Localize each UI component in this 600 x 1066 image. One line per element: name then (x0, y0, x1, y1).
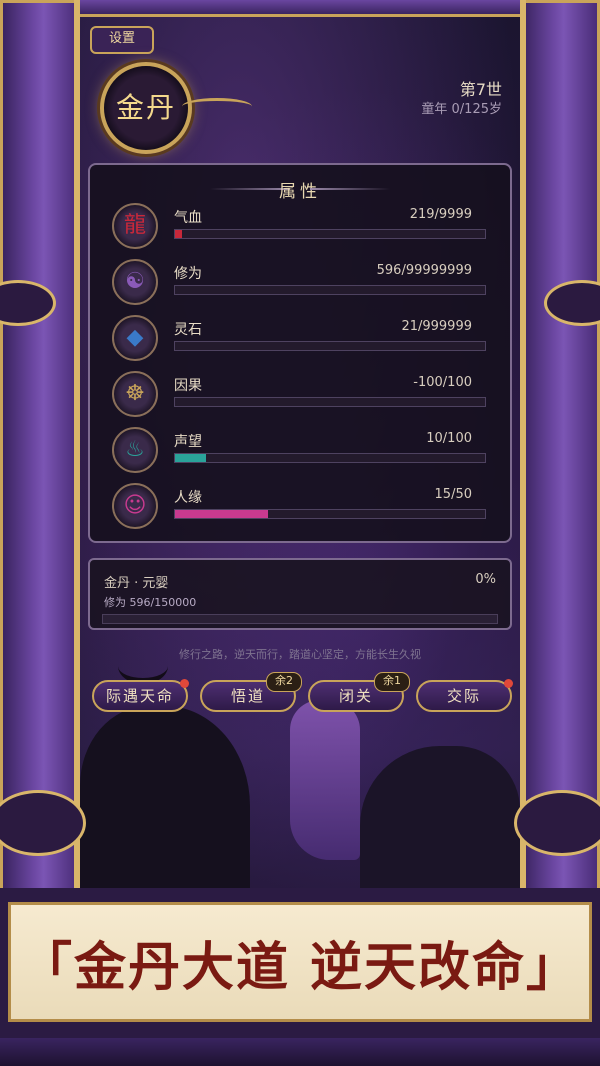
cultivation-stage: 金丹 · 元婴 (104, 576, 169, 591)
attribute-bar (174, 229, 486, 239)
attribute-bar (174, 397, 486, 407)
meditation-icon: ☯ (112, 259, 158, 305)
attribute-row: ☺ 人缘 15/50 (112, 483, 492, 535)
people-icon: ☺ (112, 483, 158, 529)
generation-label: 第7世 (459, 80, 502, 99)
attribute-bar-fill (175, 454, 206, 462)
cultivation-bar (102, 614, 498, 624)
frame-line-left (74, 0, 80, 900)
attribute-name: 因果 (174, 378, 202, 394)
title-ornament-right (310, 188, 390, 190)
attribute-bar-fill (175, 510, 268, 518)
motto-text: 修行之路，逆天而行，踏道心坚定，方能长生久视 (179, 648, 421, 661)
action-button[interactable]: 闭关 余1 (308, 672, 410, 712)
bottom-strip (0, 1038, 600, 1066)
frame-line-right (520, 0, 526, 900)
realm-badge-ornament (182, 98, 252, 115)
action-label: 际遇天命 (105, 687, 174, 705)
notification-dot (504, 679, 513, 688)
attribute-bar (174, 509, 486, 519)
frame-right (520, 0, 600, 900)
attributes-panel: 属性 龍气血 219/9999 ☯ 修为 596/99999999 ◆ 灵石 21/99999… (88, 163, 512, 543)
attribute-bar-fill (175, 230, 182, 238)
attribute-value: -100/100 (413, 375, 472, 390)
remaining-badge: 余2 (266, 672, 302, 692)
action-label: 交际 (446, 687, 481, 705)
attribute-row: ☸ 因果 -100/100 (112, 371, 492, 423)
attribute-bar (174, 285, 486, 295)
attribute-name: 气血 (174, 210, 202, 226)
attributes-title: 属性 (279, 182, 321, 202)
attribute-row: ☯ 修为 596/99999999 (112, 259, 492, 311)
attribute-name: 声望 (174, 434, 202, 450)
promo-banner: 「金丹大道 逆天改命」 (0, 888, 600, 1038)
attribute-name: 修为 (174, 266, 202, 282)
action-button[interactable]: 际遇天命 (92, 679, 189, 712)
mountain-left (80, 706, 250, 906)
attribute-name: 灵石 (174, 322, 202, 338)
cultivation-percent: 0% (475, 572, 496, 587)
realm-badge: 金丹 (100, 62, 192, 154)
age-label: 童年 0/125岁 (421, 102, 502, 117)
attribute-row: ◆ 灵石 21/999999 (112, 315, 492, 367)
dragon-icon: 龍 (112, 203, 158, 249)
attribute-value: 21/999999 (401, 319, 472, 334)
attribute-bar (174, 341, 486, 351)
attribute-bar (174, 453, 486, 463)
attribute-value: 596/99999999 (376, 263, 472, 278)
cultivation-xp: 修为 596/150000 (104, 596, 197, 609)
action-label: 闭关 (338, 687, 373, 705)
frame-left (0, 0, 80, 900)
attribute-name: 人缘 (174, 490, 202, 506)
cultivator-figure (290, 700, 360, 860)
remaining-badge: 余1 (374, 672, 410, 692)
attribute-value: 15/50 (434, 487, 472, 502)
cultivation-progress: 金丹 · 元婴 0% 修为 596/150000 (88, 558, 512, 630)
cloud-ornament-right-bottom (514, 790, 600, 856)
banner-scroll: 「金丹大道 逆天改命」 (8, 902, 592, 1022)
notification-dot (180, 679, 189, 688)
mountain-right (360, 746, 520, 906)
frame-top (60, 0, 540, 17)
attribute-value: 10/100 (426, 431, 472, 446)
attribute-row: ♨ 声望 10/100 (112, 427, 492, 479)
settings-button[interactable]: 设置 (90, 26, 154, 54)
wheel-icon: ☸ (112, 371, 158, 417)
cauldron-icon: ♨ (112, 427, 158, 473)
banner-slogan: 「金丹大道 逆天改命」 (19, 937, 581, 998)
attribute-value: 219/9999 (409, 207, 472, 222)
action-button[interactable]: 悟道 余2 (200, 672, 302, 712)
crystal-icon: ◆ (112, 315, 158, 361)
action-label: 悟道 (230, 687, 265, 705)
attribute-row: 龍气血 219/9999 (112, 203, 492, 255)
action-button[interactable]: 交际 (416, 679, 513, 712)
